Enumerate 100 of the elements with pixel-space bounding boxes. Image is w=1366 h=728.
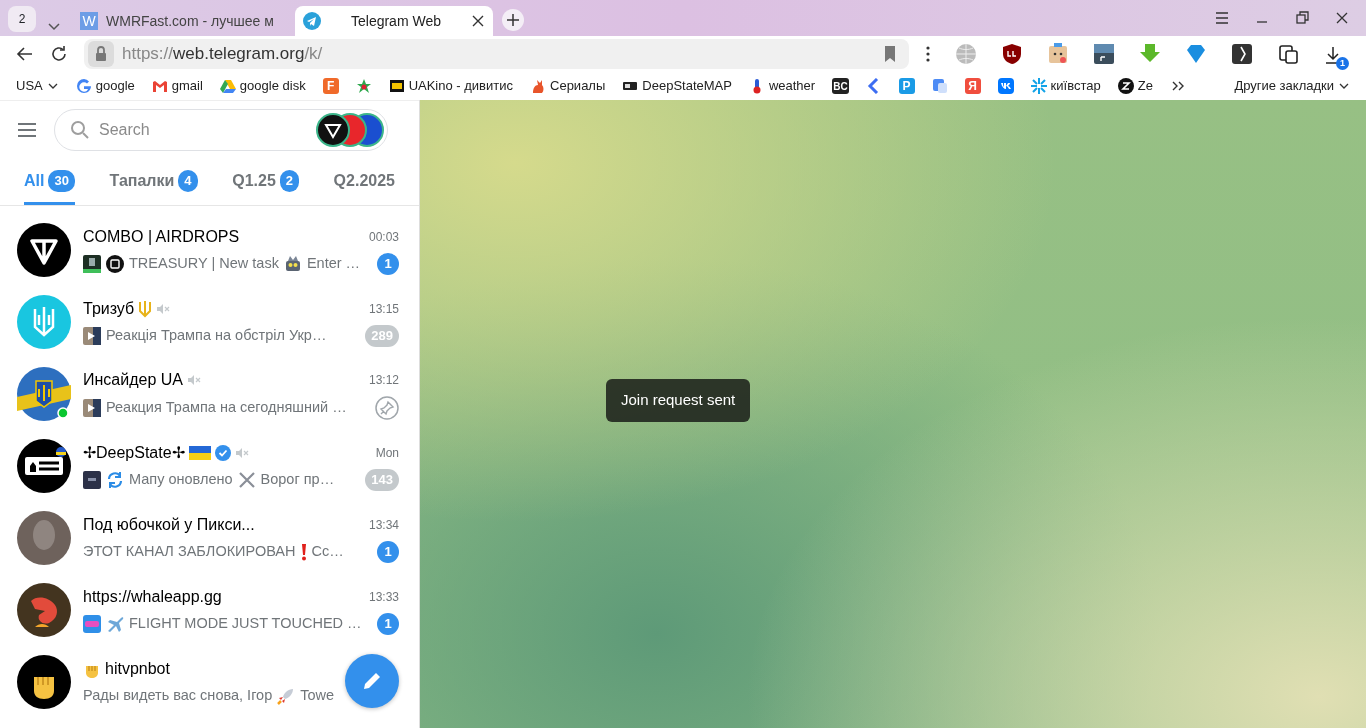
trident-avatar bbox=[17, 295, 71, 349]
box-face-icon[interactable] bbox=[1047, 43, 1069, 65]
trident-icon bbox=[138, 300, 153, 318]
site-favicon: W bbox=[80, 12, 98, 30]
restore-icon[interactable] bbox=[1294, 10, 1310, 26]
chat-time: 13:15 bbox=[368, 301, 399, 318]
chat-title: Под юбочкой у Пикси... bbox=[83, 515, 255, 535]
toast-notification: Join request sent bbox=[606, 379, 751, 422]
mail-logo-icon bbox=[151, 78, 168, 94]
media-panel-icon[interactable] bbox=[1093, 43, 1115, 65]
chat-time: 00:03 bbox=[368, 229, 399, 246]
sync-icon bbox=[106, 471, 124, 489]
message-preview: Рады видеть вас снова, Ігор bbox=[83, 686, 273, 706]
browser-tab[interactable]: W WMRFast.com - лучшее м bbox=[72, 6, 287, 36]
unread-count-badge: 1 bbox=[377, 541, 399, 563]
bookmark[interactable]: Сериалы bbox=[530, 76, 606, 96]
video-thumbnail-icon bbox=[83, 399, 101, 417]
chat-title: COMBO | AIRDROPS bbox=[83, 227, 240, 247]
download-count-badge: 1 bbox=[1336, 56, 1349, 70]
unread-count-badge: 1 bbox=[377, 253, 399, 275]
bookmark-icon-button[interactable]: BC bbox=[832, 78, 849, 94]
close-icon[interactable] bbox=[471, 14, 485, 28]
folder-tab[interactable]: Q1.25 2 bbox=[232, 155, 299, 205]
folder-tab[interactable]: Тапалки 4 bbox=[109, 155, 198, 205]
message-preview: Реакція Трампа на обстріл Укр… bbox=[106, 326, 327, 346]
bookmark-icon-button[interactable]: Я bbox=[964, 78, 981, 94]
chat-list-item[interactable]: hitvpnbot Рады видеть вас снова, Ігор Towe bbox=[0, 646, 419, 718]
bookmark[interactable]: київстар bbox=[1030, 76, 1101, 96]
airplane-icon bbox=[106, 615, 124, 633]
bookmark-folder[interactable]: Другие закладки bbox=[1234, 76, 1350, 96]
bookmark[interactable]: Ze bbox=[1117, 76, 1153, 96]
chat-time: Mon bbox=[375, 445, 399, 462]
cat-icon bbox=[530, 78, 546, 94]
more-vertical-icon[interactable] bbox=[925, 45, 931, 63]
chat-title: Тризуб bbox=[83, 299, 135, 319]
bookmark[interactable]: google disk bbox=[219, 76, 306, 96]
chat-title: Инсайдер UA bbox=[83, 370, 183, 390]
film-icon bbox=[388, 78, 405, 94]
message-preview: Enter … bbox=[306, 254, 361, 274]
star-icon bbox=[355, 78, 372, 94]
drive-logo-icon bbox=[219, 78, 236, 94]
url-text: https://web.telegram.org/k/ bbox=[122, 43, 324, 66]
sparkle-icon bbox=[1030, 78, 1047, 94]
rocket-icon bbox=[277, 687, 296, 705]
unread-count-badge: 1 bbox=[377, 613, 399, 635]
video-thumbnail-icon bbox=[83, 327, 101, 345]
bookmark[interactable]: weather bbox=[748, 76, 816, 96]
chat-list-item[interactable]: https://whaleapp.gg 13:33 FLIGHT MODE JUST TOUCHED … 1 bbox=[0, 574, 419, 646]
split-panel-icon[interactable] bbox=[1231, 43, 1253, 65]
diamond-icon[interactable] bbox=[1185, 43, 1207, 65]
tab-counter[interactable]: 2 bbox=[8, 6, 36, 32]
chat-time: 13:33 bbox=[368, 589, 399, 606]
flag-icon bbox=[188, 446, 211, 460]
vk-logo-icon bbox=[997, 78, 1014, 94]
story-avatars-icon[interactable] bbox=[315, 112, 385, 148]
chat-title: hitvpnbot bbox=[105, 659, 170, 680]
message-preview: Сс… bbox=[311, 542, 344, 562]
bookmark[interactable]: gmail bbox=[151, 76, 203, 96]
lock-icon[interactable] bbox=[88, 41, 114, 67]
close-icon[interactable] bbox=[1334, 10, 1350, 26]
logo-icon bbox=[106, 255, 124, 273]
new-tab-icon[interactable] bbox=[501, 8, 525, 32]
browser-tab[interactable]: Telegram Web bbox=[295, 6, 493, 36]
bookmark-icon[interactable] bbox=[883, 45, 897, 63]
game-thumbnail-icon bbox=[83, 615, 101, 633]
chat-title: ✢DeepState✢ bbox=[83, 443, 185, 463]
bookmark[interactable]: UAKino - дивитис bbox=[388, 76, 513, 96]
message-preview: ЭТОТ КАНАЛ ЗАБЛОКИРОВАН bbox=[83, 542, 296, 562]
message-preview: FLIGHT MODE JUST TOUCHED … bbox=[129, 614, 362, 634]
shield-icon[interactable] bbox=[1001, 43, 1023, 65]
chat-list-item[interactable]: ✢DeepState✢ Mon Мапу оновлено Ворог пр… 143 bbox=[0, 430, 419, 502]
photo-placeholder bbox=[17, 511, 71, 565]
chat-list-item[interactable]: COMBO | AIRDROPS 00:03 TREASURY | New task Enter … 1 bbox=[0, 214, 419, 286]
unread-count-badge: 143 bbox=[365, 469, 399, 491]
bookmark[interactable]: google bbox=[75, 76, 135, 96]
sticky-note-icon[interactable] bbox=[1277, 43, 1299, 65]
chat-title: https://whaleapp.gg bbox=[83, 587, 222, 607]
message-preview: TREASURY | New task bbox=[129, 254, 279, 274]
chat-list-item[interactable]: Под юбочкой у Пикси... 13:34 ЭТОТ КАНАЛ ЗАБЛОКИРОВАН Сс… 1 bbox=[0, 502, 419, 574]
translate-icon bbox=[931, 78, 948, 94]
search-icon bbox=[70, 120, 90, 140]
back-arrow-icon[interactable] bbox=[16, 45, 34, 63]
bookmark-folder[interactable]: USA bbox=[16, 76, 59, 96]
message-preview: Мапу оновлено bbox=[129, 470, 233, 490]
thumbnail-icon bbox=[83, 471, 101, 489]
robot-icon bbox=[283, 255, 302, 273]
message-preview: Towe bbox=[300, 686, 335, 706]
chat-time: 13:12 bbox=[368, 372, 399, 389]
triangle-logo-avatar bbox=[17, 223, 71, 277]
folder-tab[interactable]: Q2.2025 bbox=[333, 155, 395, 205]
compose-button[interactable] bbox=[345, 654, 399, 708]
chat-list-item[interactable]: Инсайдер UA 13:12 Реакция Трампа на сегодняшний … bbox=[0, 358, 419, 430]
bookmark[interactable]: DeepStateMAP bbox=[622, 76, 732, 96]
chat-list-item[interactable]: Тризуб 13:15 Реакція Трампа на обстріл Укр… 289 bbox=[0, 286, 419, 358]
tab-title: Telegram Web bbox=[350, 11, 442, 31]
reload-icon[interactable] bbox=[50, 45, 68, 63]
tab-title: WMRFast.com - лучшее м bbox=[106, 11, 275, 31]
address-bar[interactable]: https://web.telegram.org/k/ bbox=[84, 39, 909, 69]
menu-icon[interactable] bbox=[1214, 10, 1230, 26]
message-preview: Ворог пр… bbox=[260, 470, 335, 490]
